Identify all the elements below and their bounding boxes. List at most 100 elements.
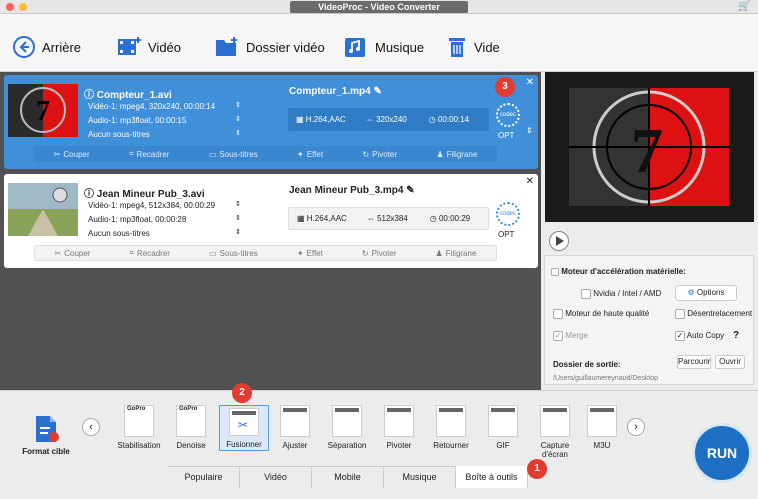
deinterlace-checkbox[interactable]: Désentrelacement: [675, 309, 752, 319]
watermark-tool[interactable]: ♟ Filigrane: [436, 150, 477, 159]
subtitle-track-selector[interactable]: ⇕: [235, 129, 241, 137]
cart-icon[interactable]: 🛒: [738, 1, 750, 12]
tab-popular[interactable]: Populaire: [168, 466, 240, 488]
output-filename[interactable]: Jean Mineur Pub_3.mp4 ✎: [289, 185, 415, 196]
back-arrow-icon: [13, 36, 35, 58]
format-adjust[interactable]: Ajuster: [270, 405, 320, 450]
add-folder-button[interactable]: Dossier vidéo: [214, 34, 325, 60]
rename-pencil-icon[interactable]: ✎: [373, 86, 381, 97]
crop-tool[interactable]: ⌗ Recadrer: [130, 248, 170, 258]
merge-checkbox[interactable]: ✓ Merge: [553, 331, 588, 341]
add-video-button[interactable]: Vidéo: [116, 34, 181, 60]
format-rotate[interactable]: Pivoter: [374, 405, 424, 450]
split-tool-icon: [332, 405, 362, 437]
format-flip[interactable]: Retourner: [426, 405, 476, 450]
close-window-button[interactable]: [6, 3, 14, 11]
crop-icon: ⌗: [129, 248, 135, 257]
reorder-arrows-icon[interactable]: ⇕: [526, 126, 533, 135]
m3u-tool-icon: [587, 405, 617, 437]
crop-tool[interactable]: ⌗ Recadrer: [129, 149, 169, 159]
open-folder-button[interactable]: Ouvrir: [715, 355, 745, 369]
format-screenshot[interactable]: Capture d'écran: [530, 405, 580, 459]
tab-video[interactable]: Vidéo: [240, 466, 312, 488]
screenshot-tool-icon: [540, 405, 570, 437]
source-filename: ⓘ Jean Mineur Pub_3.avi: [84, 189, 205, 200]
file-item[interactable]: 7 ⓘ Compteur_1.avi Vidéo-1: mpeg4, 320x2…: [4, 75, 538, 169]
subtitles-tool[interactable]: ▭ Sous-titres: [209, 249, 258, 258]
rotate-icon: ↻: [361, 248, 369, 258]
effect-tool[interactable]: ✦ Effet: [297, 150, 323, 159]
high-quality-checkbox[interactable]: Moteur de haute qualité: [553, 309, 649, 319]
opt-label: OPT: [498, 230, 515, 239]
adjust-tool-icon: [280, 405, 310, 437]
format-split[interactable]: Séparation: [322, 405, 372, 450]
audio-track-selector[interactable]: ⇕: [235, 214, 241, 222]
rotate-tool[interactable]: ↻ Pivoter: [362, 249, 397, 258]
merge-tool-icon: ✂: [229, 408, 259, 436]
video-track-selector[interactable]: ⇕: [235, 200, 241, 208]
subtitles-icon: ▭: [208, 149, 217, 159]
gif-tool-icon: [488, 405, 518, 437]
format-m3u[interactable]: M3U: [582, 405, 622, 450]
video-label: Vidéo: [148, 39, 182, 55]
autocopy-checkbox[interactable]: ✓ Auto Copy: [675, 331, 724, 341]
video-track-selector[interactable]: ⇕: [235, 101, 241, 109]
clock-icon: ◷: [429, 214, 437, 223]
target-format-button[interactable]: Format cible: [18, 414, 74, 456]
output-spec: ▦ H.264,AAC ⇔ 320x240 ◷ 00:00:14: [288, 108, 489, 131]
remove-item-button[interactable]: ✕: [526, 176, 534, 187]
rename-pencil-icon[interactable]: ✎: [406, 185, 414, 196]
subtitle-track-info: Aucun sous-titres: [88, 229, 150, 238]
folder-label: Dossier vidéo: [246, 39, 325, 55]
gopro-icon: GoPro: [176, 405, 206, 437]
tab-toolbox[interactable]: Boîte à outils: [456, 466, 528, 488]
browse-button[interactable]: Parcourir: [677, 355, 711, 369]
edit-toolbar: ✂ Couper ⌗ Recadrer ▭ Sous-titres ✦ Effet ↻ P…: [34, 245, 497, 261]
tab-music[interactable]: Musique: [384, 466, 456, 488]
codec-options-button[interactable]: codec: [496, 103, 520, 127]
help-button[interactable]: ?: [733, 330, 739, 341]
minimize-window-button[interactable]: [19, 3, 27, 11]
subtitle-track-selector[interactable]: ⇕: [235, 228, 241, 236]
cut-tool[interactable]: ✂ Couper: [54, 150, 90, 159]
svg-text:7: 7: [36, 96, 50, 127]
options-button[interactable]: ⚙ Options: [675, 285, 737, 301]
format-merge[interactable]: ✂ Fusionner: [219, 405, 269, 451]
video-thumbnail: 7: [8, 84, 78, 137]
watermark-tool[interactable]: ♟ Filigrane: [436, 249, 477, 258]
effect-tool[interactable]: ✦ Effet: [297, 249, 323, 258]
scroll-left-button[interactable]: ‹: [82, 418, 100, 436]
tab-mobile[interactable]: Mobile: [312, 466, 384, 488]
resolution-icon: ⇔: [365, 115, 374, 124]
scroll-right-button[interactable]: ›: [627, 418, 645, 436]
rotate-tool-icon: [384, 405, 414, 437]
rotate-tool[interactable]: ↻ Pivoter: [362, 150, 397, 159]
format-gif[interactable]: GIF: [478, 405, 528, 450]
back-button[interactable]: Arrière: [12, 34, 81, 60]
file-item[interactable]: ⓘ Jean Mineur Pub_3.avi Vidéo-1: mpeg4, …: [4, 174, 538, 268]
play-button[interactable]: [549, 231, 569, 251]
scissors-icon: ✂: [53, 149, 61, 159]
format-stabilisation[interactable]: GoPro Stabilisation: [114, 405, 164, 450]
opt-label: OPT: [498, 131, 515, 140]
format-denoise[interactable]: GoPro Denoise: [166, 405, 216, 450]
file-list: 7 ⓘ Compteur_1.avi Vidéo-1: mpeg4, 320x2…: [0, 72, 541, 390]
audio-track-selector[interactable]: ⇕: [235, 115, 241, 123]
film-icon: ▦: [296, 115, 304, 124]
run-button[interactable]: RUN: [692, 423, 752, 483]
hw-icon: [551, 267, 559, 276]
resolution-spec: ⇔ 512x384: [366, 214, 408, 223]
subtitles-tool[interactable]: ▭ Sous-titres: [209, 150, 258, 159]
gear-icon: ⚙: [687, 288, 695, 297]
toolbar: Arrière Vidéo Dossier vidéo Musique Vide: [0, 14, 758, 72]
clear-button[interactable]: Vide: [446, 34, 500, 60]
add-music-button[interactable]: Musique: [343, 34, 424, 60]
codec-options-button[interactable]: codec: [496, 202, 520, 226]
watermark-icon: ♟: [436, 149, 444, 159]
gopro-icon: GoPro: [124, 405, 154, 437]
watermark-icon: ♟: [435, 248, 443, 258]
remove-item-button[interactable]: ✕: [526, 77, 534, 88]
output-filename[interactable]: Compteur_1.mp4 ✎: [289, 86, 382, 97]
nvidia-checkbox[interactable]: Nvidia / Intel / AMD: [581, 289, 661, 299]
cut-tool[interactable]: ✂ Couper: [55, 249, 91, 258]
